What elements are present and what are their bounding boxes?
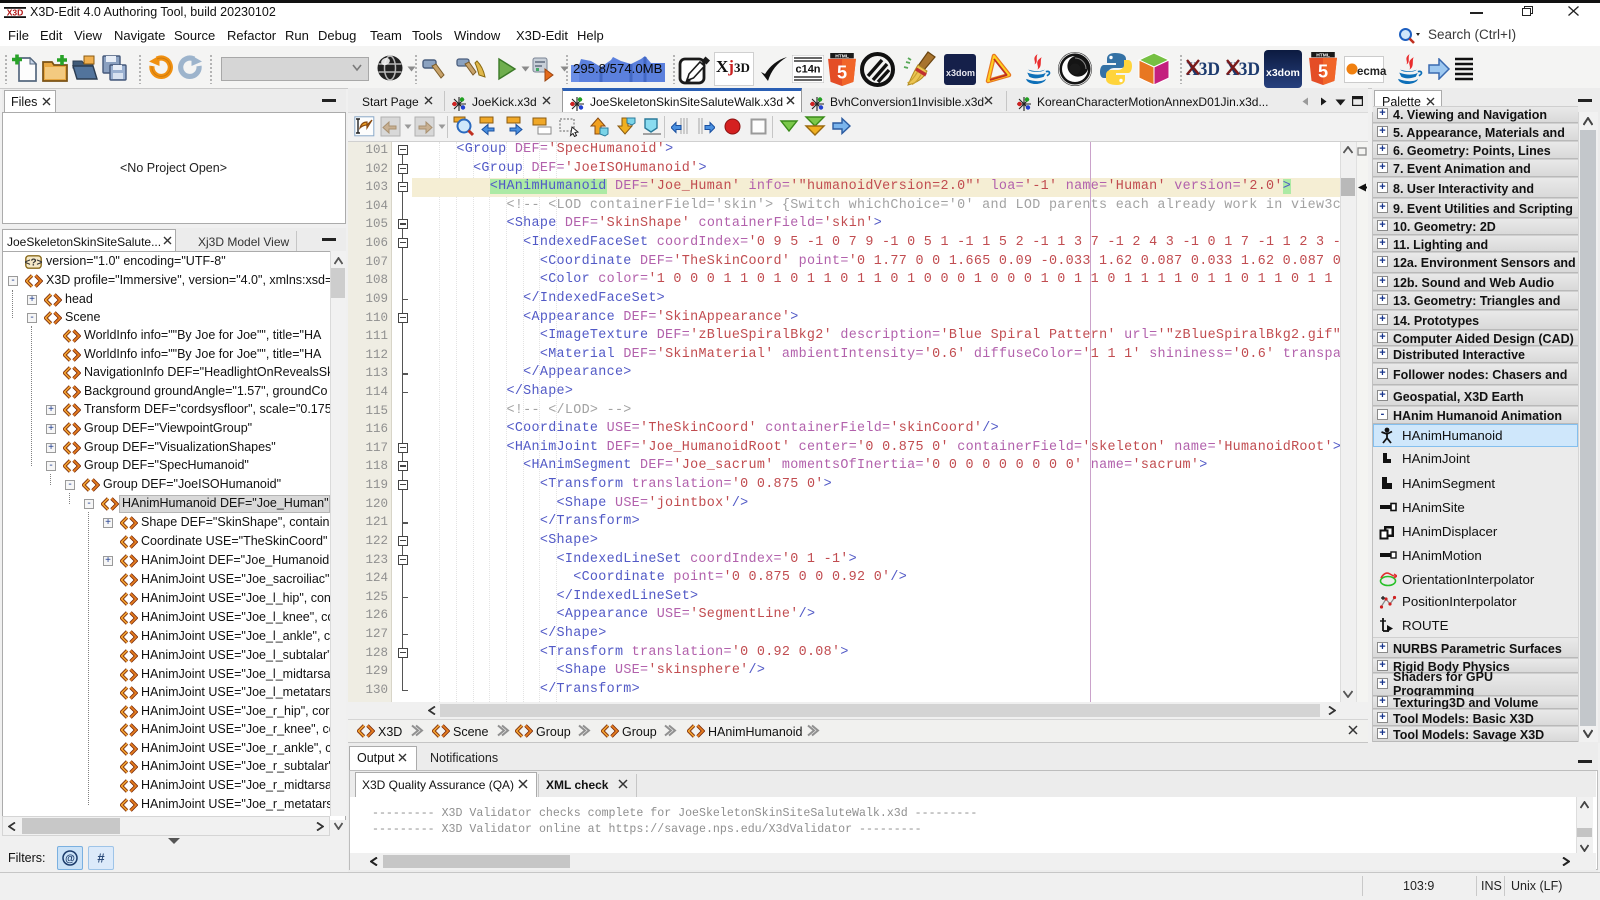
svg-text:@: @ <box>65 854 75 865</box>
svg-text:<?>: <?> <box>25 258 42 269</box>
svg-text:5: 5 <box>1318 62 1328 82</box>
svg-text:#: # <box>97 851 105 866</box>
svg-text:X3D: X3D <box>7 7 24 17</box>
svg-text:HTML: HTML <box>835 54 849 60</box>
svg-text:5: 5 <box>837 63 847 83</box>
svg-text:c14n: c14n <box>795 64 820 76</box>
svg-text:HTML: HTML <box>1316 53 1330 59</box>
